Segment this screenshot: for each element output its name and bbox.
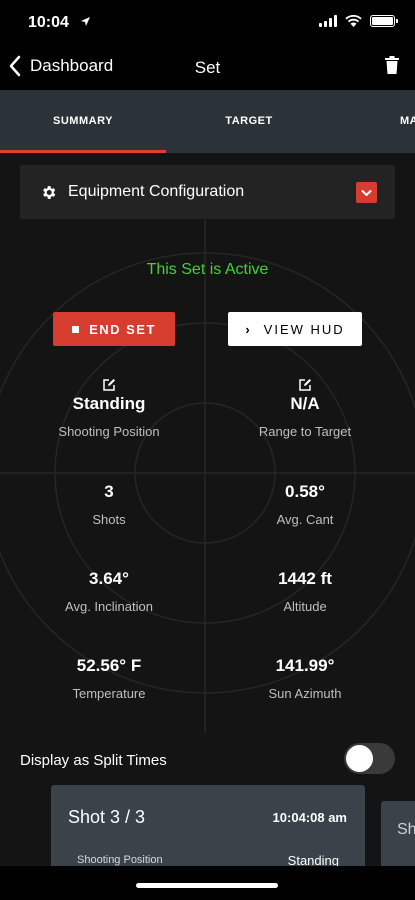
end-set-label: END SET xyxy=(89,321,156,337)
shot-title: Shot 3 / 3 xyxy=(68,807,146,827)
stop-icon xyxy=(72,325,80,333)
gear-icon xyxy=(43,186,56,199)
location-arrow-icon xyxy=(81,17,90,26)
stat-value: N/A xyxy=(290,394,320,413)
chevron-down-icon[interactable] xyxy=(356,182,377,203)
split-times-toggle[interactable] xyxy=(344,743,395,774)
stat-label: Sun Azimuth xyxy=(268,686,342,701)
stat-label: Shooting Position xyxy=(58,424,160,439)
tab-summary[interactable]: SUMMARY xyxy=(0,90,166,153)
stat-label: Shots xyxy=(92,512,126,527)
stat-avg-cant: 0.58° Avg. Cant xyxy=(210,482,400,527)
shot-title: Sh xyxy=(397,821,415,838)
set-status-text: This Set is Active xyxy=(146,261,269,278)
chevron-right-icon: › xyxy=(245,321,250,337)
edit-icon xyxy=(103,379,115,391)
stat-label: Avg. Cant xyxy=(276,512,334,527)
cellular-signal-icon xyxy=(319,15,337,27)
equipment-configuration-label: Equipment Configuration xyxy=(68,183,245,200)
stat-shots: 3 Shots xyxy=(14,482,204,527)
page-title: Set xyxy=(194,58,221,77)
stat-temperature: 52.56° F Temperature xyxy=(14,656,204,701)
delete-button[interactable] xyxy=(385,56,399,79)
stat-altitude: 1442 ft Altitude xyxy=(210,569,400,614)
shot-time: 10:04:08 am xyxy=(272,810,347,825)
stat-sun-azimuth: 141.99° Sun Azimuth xyxy=(210,656,400,701)
stat-value: 52.56° F xyxy=(76,656,142,675)
shot-position-label: Shooting Position xyxy=(77,854,163,866)
stat-value: 1442 ft xyxy=(278,569,332,588)
view-hud-button[interactable]: › VIEW HUD xyxy=(228,312,362,346)
stat-value: 141.99° xyxy=(275,656,335,675)
status-bar: 10:04 xyxy=(0,0,415,46)
battery-icon xyxy=(370,15,398,27)
split-times-label: Display as Split Times xyxy=(20,752,167,769)
nav-bar: Dashboard Set xyxy=(0,46,415,90)
stat-label: Avg. Inclination xyxy=(65,599,153,614)
toggle-knob xyxy=(346,745,373,772)
stat-shooting-position[interactable]: Standing Shooting Position xyxy=(14,378,204,439)
view-hud-label: VIEW HUD xyxy=(263,321,345,337)
end-set-button[interactable]: END SET xyxy=(53,312,175,346)
tab-map[interactable]: MA xyxy=(400,90,415,153)
equipment-configuration-dropdown[interactable]: Equipment Configuration xyxy=(20,165,395,219)
stat-label: Altitude xyxy=(283,599,327,614)
stat-label: Range to Target xyxy=(258,424,352,439)
stat-value: 0.58° xyxy=(285,482,325,501)
status-time: 10:04 xyxy=(28,14,69,31)
stat-range-to-target[interactable]: N/A Range to Target xyxy=(210,378,400,439)
home-indicator[interactable] xyxy=(136,883,278,888)
tab-bar: SUMMARY TARGET MA xyxy=(0,90,415,153)
summary-content: Equipment Configuration This Set is Acti… xyxy=(0,153,415,900)
edit-icon xyxy=(299,379,311,391)
status-icons xyxy=(319,15,398,27)
wifi-icon xyxy=(345,15,362,27)
stat-value: 3.64° xyxy=(89,569,129,588)
stat-value: Standing xyxy=(72,394,146,413)
stat-label: Temperature xyxy=(72,686,146,701)
trash-icon xyxy=(385,56,399,74)
tab-target[interactable]: TARGET xyxy=(166,90,332,153)
stat-value: 3 xyxy=(104,482,114,501)
stat-avg-inclination: 3.64° Avg. Inclination xyxy=(14,569,204,614)
